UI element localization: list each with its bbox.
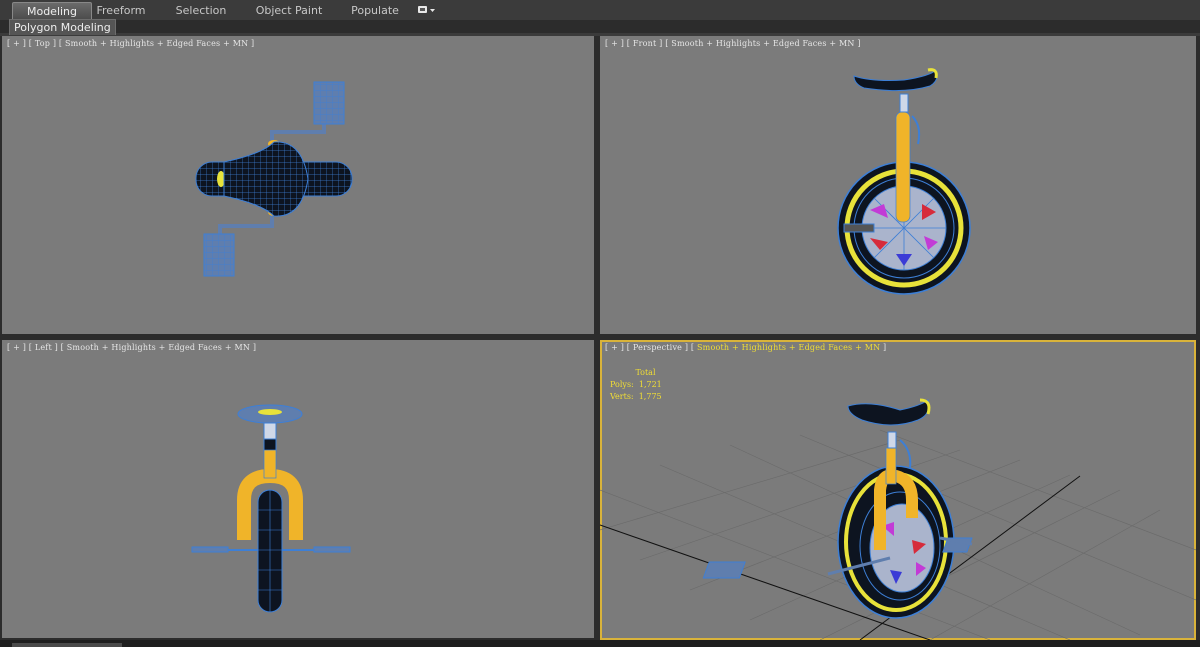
viewport-top[interactable]: [ + ] [ Top ] [ Smooth + Highlights + Ed… bbox=[2, 36, 594, 334]
viewport-front[interactable]: [ + ] [ Front ] [ Smooth + Highlights + … bbox=[600, 36, 1196, 334]
front-view-unicycle-model bbox=[837, 68, 971, 295]
viewport-perspective[interactable]: [ + ] [ Perspective ] [ Smooth + Highlig… bbox=[600, 340, 1196, 640]
ribbon-tab-bar: Modeling Freeform Selection Object Paint… bbox=[0, 0, 1200, 21]
panel-polygon-modeling[interactable]: Polygon Modeling bbox=[9, 19, 116, 35]
tab-freeform[interactable]: Freeform bbox=[92, 2, 150, 19]
tab-selection[interactable]: Selection bbox=[170, 2, 232, 19]
top-view-unicycle-model bbox=[195, 81, 353, 277]
viewport-left[interactable]: [ + ] [ Left ] [ Smooth + Highlights + E… bbox=[2, 340, 594, 638]
left-view-unicycle-model bbox=[191, 404, 351, 613]
time-slider[interactable] bbox=[12, 643, 122, 647]
perspective-view-unicycle-model bbox=[600, 398, 1196, 640]
status-bar bbox=[0, 640, 1200, 647]
tab-object-paint[interactable]: Object Paint bbox=[252, 2, 326, 19]
ribbon-options-icon[interactable] bbox=[416, 4, 438, 16]
tab-populate[interactable]: Populate bbox=[346, 2, 404, 19]
